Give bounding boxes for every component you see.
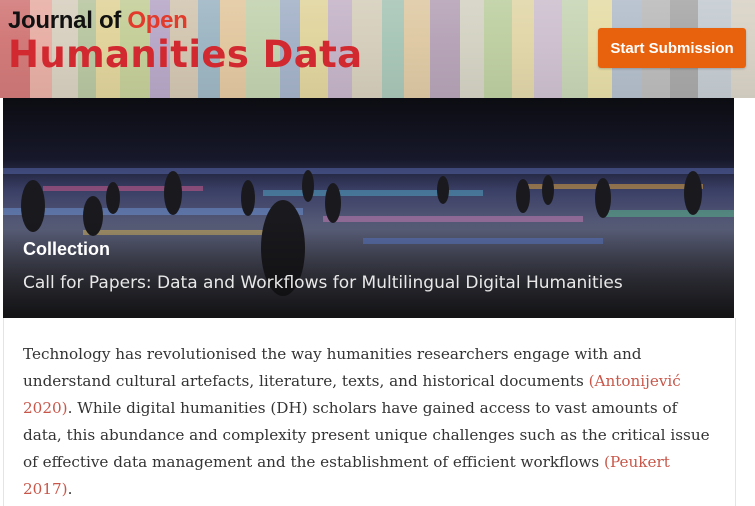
logo-humanities-data: Humanities Data <box>8 33 363 76</box>
collection-hero[interactable]: Collection Call for Papers: Data and Wor… <box>3 98 734 318</box>
start-submission-button[interactable]: Start Submission <box>598 28 746 68</box>
article-body: Technology has revolutionised the way hu… <box>3 318 736 506</box>
logo-open: Open <box>127 7 188 34</box>
journal-logo[interactable]: Journal of Open Humanities Data <box>8 8 363 76</box>
site-header: Journal of Open Humanities Data Start Su… <box>0 0 755 98</box>
intro-paragraph: Technology has revolutionised the way hu… <box>23 345 710 498</box>
collection-title[interactable]: Call for Papers: Data and Workflows for … <box>23 273 723 293</box>
right-gutter <box>734 98 755 506</box>
collection-label: Collection <box>23 239 111 259</box>
logo-journal-of: Journal of <box>8 7 122 34</box>
